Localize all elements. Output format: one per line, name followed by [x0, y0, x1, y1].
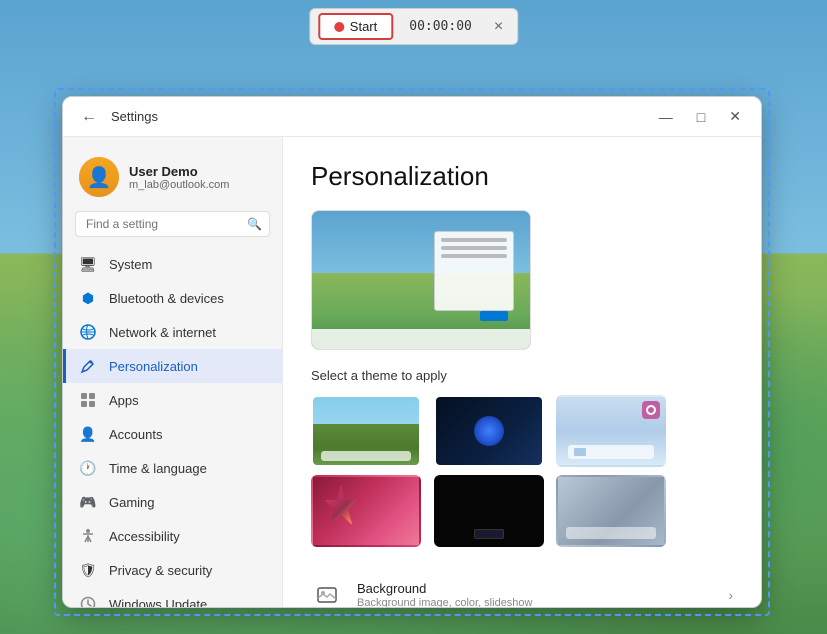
theme-dark[interactable]: [434, 475, 544, 547]
sidebar: User Demo m_lab@outlook.com 🔍 🖥 System ⬢…: [63, 137, 283, 607]
theme-flow[interactable]: [556, 475, 666, 547]
windows-update-icon: [79, 595, 97, 607]
sidebar-item-network[interactable]: Network & internet: [63, 315, 282, 349]
user-info: User Demo m_lab@outlook.com: [129, 164, 229, 191]
user-email: m_lab@outlook.com: [129, 179, 229, 191]
maximize-button[interactable]: □: [689, 106, 713, 127]
sidebar-item-accounts[interactable]: 👤 Accounts: [63, 417, 282, 451]
theme-win11[interactable]: [311, 395, 421, 467]
sidebar-item-personalization[interactable]: Personalization: [63, 349, 282, 383]
sidebar-item-gaming[interactable]: 🎮 Gaming: [63, 485, 282, 519]
timer-display: 00:00:00: [399, 15, 482, 38]
record-indicator: [334, 22, 344, 32]
accounts-icon: 👤: [79, 425, 97, 443]
search-input[interactable]: [86, 217, 241, 231]
sidebar-item-label-personalization: Personalization: [109, 359, 198, 374]
preview-taskbar: [312, 329, 530, 349]
background-setting[interactable]: Background Background image, color, slid…: [311, 565, 733, 607]
sidebar-item-label-network: Network & internet: [109, 325, 216, 340]
preview-line-1: [441, 238, 507, 242]
sidebar-item-apps[interactable]: Apps: [63, 383, 282, 417]
theme-bloom[interactable]: [311, 475, 421, 547]
sidebar-item-system[interactable]: 🖥 System: [63, 247, 282, 281]
background-text: Background Background image, color, slid…: [357, 581, 728, 607]
sidebar-item-label-time: Time & language: [109, 461, 207, 476]
sidebar-item-label-privacy: Privacy & security: [109, 563, 212, 578]
window-body: User Demo m_lab@outlook.com 🔍 🖥 System ⬢…: [63, 137, 761, 607]
background-chevron: ›: [728, 587, 733, 603]
avatar: [79, 157, 119, 197]
search-box[interactable]: 🔍: [75, 211, 270, 237]
title-bar: ← Settings — □ ✕: [63, 97, 761, 137]
user-name: User Demo: [129, 164, 229, 179]
preview-button: [480, 311, 508, 321]
apps-icon: [79, 391, 97, 409]
minimize-button[interactable]: —: [651, 106, 681, 127]
sidebar-item-label-accessibility: Accessibility: [109, 529, 180, 544]
system-icon: 🖥: [79, 255, 97, 273]
sidebar-item-time[interactable]: 🕐 Time & language: [63, 451, 282, 485]
accessibility-icon: [79, 527, 97, 545]
current-theme-preview: [311, 210, 531, 350]
preview-line-2: [441, 246, 507, 250]
privacy-icon: 🛡: [79, 561, 97, 579]
sidebar-item-label-bluetooth: Bluetooth & devices: [109, 291, 224, 306]
sidebar-item-privacy[interactable]: 🛡 Privacy & security: [63, 553, 282, 587]
theme-win11-preview: [313, 397, 419, 465]
sidebar-item-label-accounts: Accounts: [109, 427, 162, 442]
network-icon: [79, 323, 97, 341]
background-title: Background: [357, 581, 728, 596]
user-profile: User Demo m_lab@outlook.com: [63, 149, 282, 211]
time-icon: 🕐: [79, 459, 97, 477]
window-controls: — □ ✕: [651, 106, 749, 127]
personalization-icon: [79, 357, 97, 375]
theme-blue-preview: [436, 397, 542, 465]
sidebar-item-label-windows-update: Windows Update: [109, 597, 207, 608]
preview-window: [434, 231, 514, 311]
theme-blue[interactable]: [434, 395, 544, 467]
sidebar-item-label-apps: Apps: [109, 393, 139, 408]
sidebar-item-accessibility[interactable]: Accessibility: [63, 519, 282, 553]
sidebar-item-bluetooth[interactable]: ⬢ Bluetooth & devices: [63, 281, 282, 315]
toolbar-close-button[interactable]: ×: [488, 16, 509, 38]
bluetooth-icon: ⬢: [79, 289, 97, 307]
back-button[interactable]: ←: [75, 106, 103, 128]
start-button[interactable]: Start: [318, 13, 393, 40]
avatar-face: [79, 157, 119, 197]
start-label: Start: [350, 19, 377, 34]
recording-toolbar: Start 00:00:00 ×: [309, 8, 518, 45]
sidebar-item-windows-update[interactable]: Windows Update: [63, 587, 282, 607]
main-content: Personalization Select a theme to apply: [283, 137, 761, 607]
preview-line-3: [441, 254, 507, 258]
theme-light[interactable]: [556, 395, 666, 467]
page-title: Personalization: [311, 161, 733, 192]
sidebar-item-label-system: System: [109, 257, 152, 272]
settings-window: ← Settings — □ ✕ User Demo m_lab@outlook…: [62, 96, 762, 608]
background-desc: Background image, color, slideshow: [357, 597, 728, 607]
sidebar-item-label-gaming: Gaming: [109, 495, 155, 510]
search-icon: 🔍: [247, 217, 262, 231]
theme-section-label: Select a theme to apply: [311, 368, 733, 383]
background-icon: [311, 579, 343, 607]
window-title: Settings: [111, 109, 158, 124]
close-button[interactable]: ✕: [721, 106, 749, 127]
gaming-icon: 🎮: [79, 493, 97, 511]
theme-grid: [311, 395, 671, 547]
